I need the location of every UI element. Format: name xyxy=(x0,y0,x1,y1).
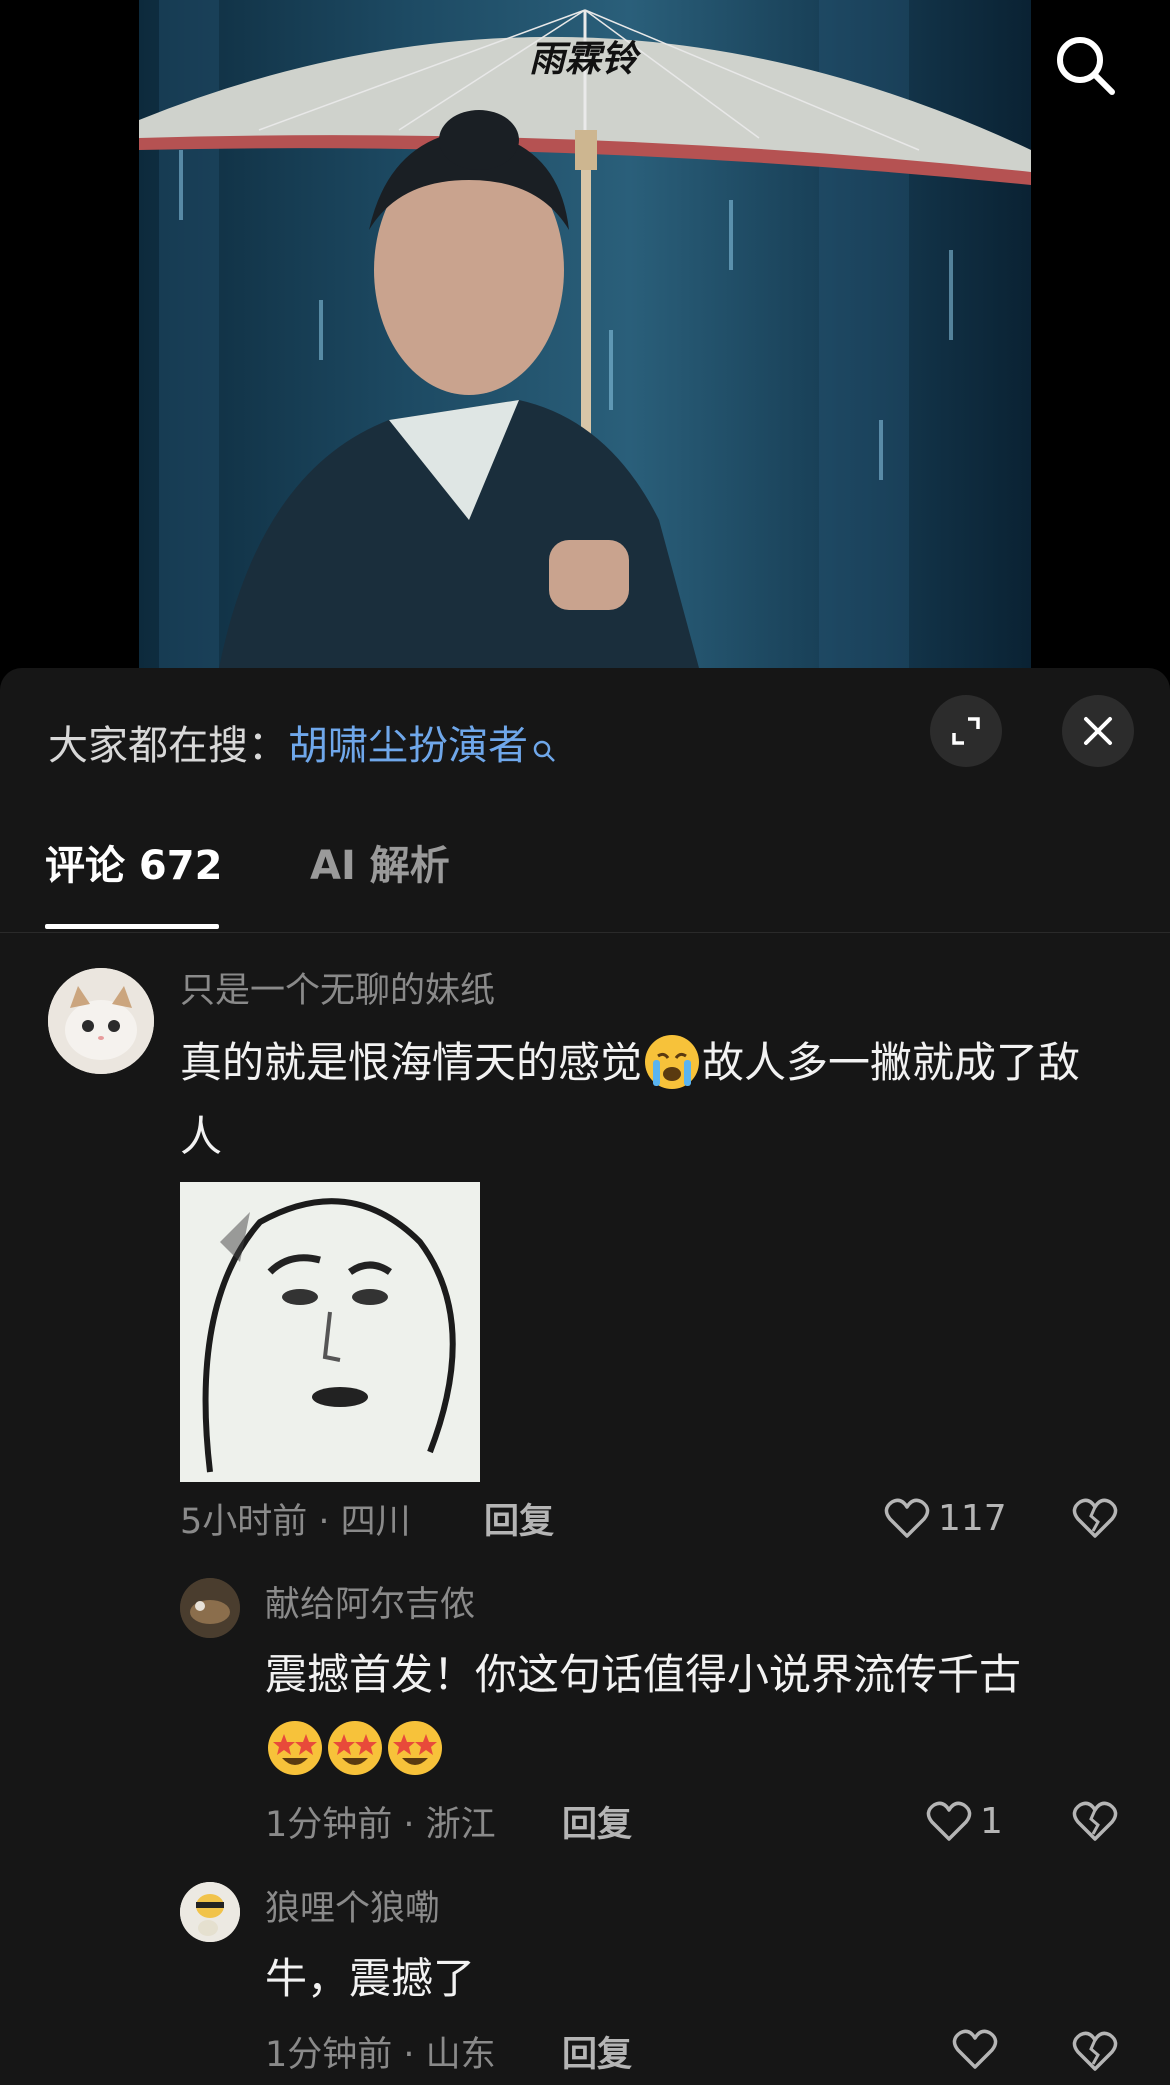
reply-time-location: 1分钟前 · 山东 xyxy=(265,2035,496,2075)
search-button[interactable] xyxy=(1050,30,1120,100)
video-player[interactable]: 雨霖铃 xyxy=(0,0,1170,680)
expand-icon xyxy=(952,717,980,745)
rain-streak xyxy=(179,150,183,220)
rain-streak xyxy=(729,200,733,270)
reply-text: 牛，震撼了 xyxy=(265,1954,476,2003)
avatar[interactable] xyxy=(180,1578,240,1638)
cat-avatar-icon xyxy=(48,968,154,1074)
user-avatar-icon xyxy=(180,1578,240,1638)
rain-streak xyxy=(879,420,883,480)
actor-figure xyxy=(219,110,699,668)
like-button[interactable] xyxy=(952,2029,1006,2071)
rain-streak xyxy=(609,330,613,410)
like-button[interactable]: 117 xyxy=(884,1496,1007,1542)
comment-text-part: 真的就是恨海情天的感觉 xyxy=(180,1038,643,1087)
crying-face-icon xyxy=(644,1034,700,1090)
broken-heart-icon xyxy=(1072,1498,1118,1538)
reply-button[interactable]: 回复 xyxy=(484,1499,554,1545)
video-frame: 雨霖铃 xyxy=(139,0,1031,668)
dislike-button[interactable] xyxy=(1072,1801,1118,1847)
heart-icon xyxy=(926,1801,972,1841)
hot-search-prefix: 大家都在搜： xyxy=(48,723,288,769)
drama-logo: 雨霖铃 xyxy=(529,38,638,80)
meme-sticker[interactable] xyxy=(180,1182,480,1482)
reply-time-location: 1分钟前 · 浙江 xyxy=(265,1805,496,1845)
star-struck-icon xyxy=(327,1720,383,1776)
like-count: 1 xyxy=(980,1801,1003,1842)
reply-username[interactable]: 献给阿尔吉侬 xyxy=(265,1582,475,1628)
tab-comments[interactable]: 评论 672 xyxy=(45,838,222,894)
reply-button[interactable]: 回复 xyxy=(562,1802,632,1848)
tab-ai-analysis[interactable]: AI 解析 xyxy=(310,838,450,894)
dislike-button[interactable] xyxy=(1072,2031,1118,2077)
comment-panel: 大家都在搜：胡啸尘扮演者 评论 672 AI 解析 只是一个无聊的妹纸 真的就是 xyxy=(0,668,1170,2085)
comment-text: 真的就是恨海情天的感觉 故人多一撇就成了敌人 xyxy=(180,1026,1110,1174)
broken-heart-icon xyxy=(1072,2031,1118,2071)
comment-time-location: 5小时前 · 四川 xyxy=(180,1502,411,1542)
rain-streak xyxy=(319,300,323,360)
broken-heart-icon xyxy=(1072,1801,1118,1841)
heart-icon xyxy=(884,1498,930,1538)
close-button[interactable] xyxy=(1062,695,1134,767)
meme-face-image xyxy=(180,1182,480,1482)
rain-streak xyxy=(949,250,953,340)
hot-search-banner[interactable]: 大家都在搜：胡啸尘扮演者 xyxy=(48,718,556,778)
avatar[interactable] xyxy=(180,1882,240,1942)
reply-username[interactable]: 狼哩个狼嘞 xyxy=(265,1886,440,1932)
dislike-button[interactable] xyxy=(1072,1498,1118,1544)
star-struck-icon xyxy=(267,1720,323,1776)
user-avatar-icon xyxy=(180,1882,240,1942)
heart-icon xyxy=(952,2029,998,2069)
reply-text-part: 震撼首发！你这句话值得小说界流传千古 xyxy=(265,1650,1022,1699)
expand-button[interactable] xyxy=(930,695,1002,767)
search-icon xyxy=(1057,37,1115,95)
like-count: 117 xyxy=(938,1498,1007,1539)
star-struck-icon xyxy=(387,1720,443,1776)
mini-search-icon xyxy=(532,722,556,778)
reply-text: 震撼首发！你这句话值得小说界流传千古 xyxy=(265,1638,1125,1786)
hot-search-keyword[interactable]: 胡啸尘扮演者 xyxy=(288,723,528,769)
avatar[interactable] xyxy=(48,968,154,1074)
comment-username[interactable]: 只是一个无聊的妹纸 xyxy=(180,968,495,1014)
active-tab-indicator xyxy=(45,924,219,929)
comment-tabs: 评论 672 AI 解析 xyxy=(0,838,1170,933)
like-button[interactable]: 1 xyxy=(926,1799,1003,1845)
reply-button[interactable]: 回复 xyxy=(562,2032,632,2078)
close-icon xyxy=(1084,717,1112,745)
